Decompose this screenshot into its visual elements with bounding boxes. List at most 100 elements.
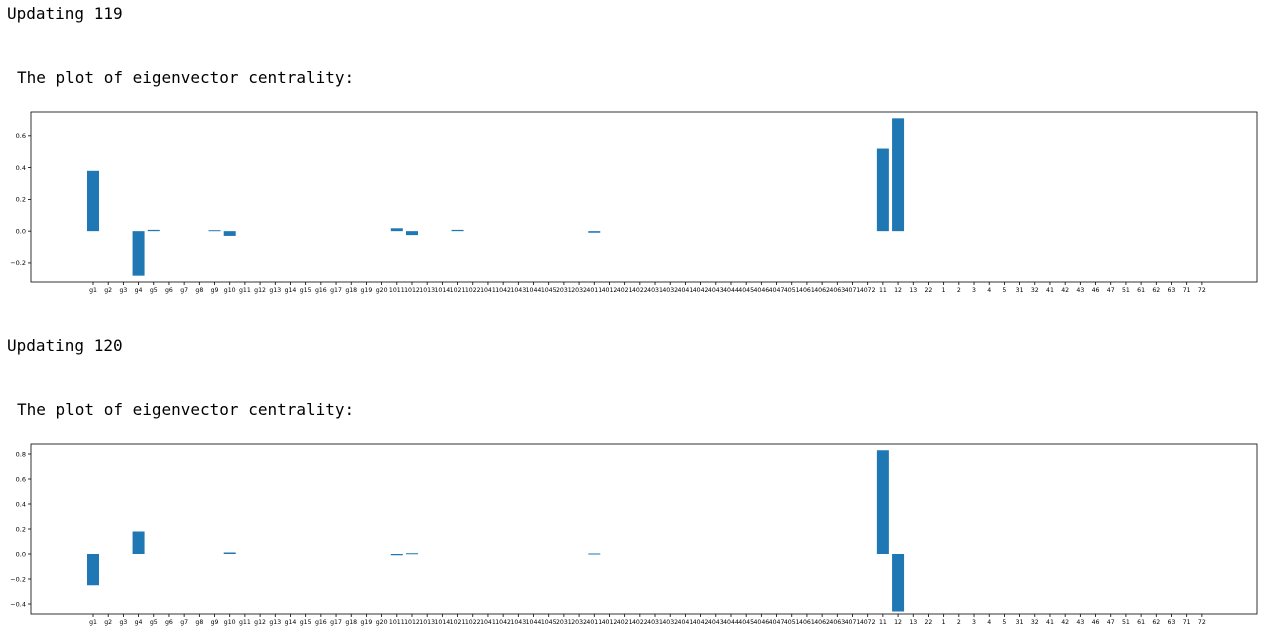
x-tick-label: g4 [135, 287, 143, 294]
x-tick-label: 41 [1046, 287, 1054, 294]
x-tick-label: 1022 [465, 619, 481, 626]
x-tick-label: g9 [211, 287, 219, 294]
x-tick-label: 62 [1152, 619, 1160, 626]
x-tick-label: g12 [254, 287, 266, 294]
bar-1012 [405, 553, 418, 555]
x-tick-label: 2032 [571, 619, 587, 626]
x-tick-label: 4041 [678, 619, 694, 626]
x-tick-label: g17 [330, 287, 342, 294]
bar-1011 [390, 228, 403, 232]
bar-11 [876, 148, 889, 232]
x-tick-label: 51 [1122, 287, 1130, 294]
x-tick-label: 4072 [860, 287, 876, 294]
x-tick-label: g3 [119, 619, 127, 626]
x-tick-label: 3 [972, 619, 976, 626]
y-tick-label: 0.0 [16, 227, 26, 235]
x-tick-label: 1045 [541, 619, 557, 626]
x-tick-label: 4043 [708, 619, 724, 626]
y-tick-label: −0.4 [10, 600, 26, 608]
x-tick-label: 4032 [662, 619, 678, 626]
x-tick-label: g12 [254, 619, 266, 626]
eigenvector-centrality-chart-1: −0.2 0.0 0.2 0.4 0.6 g1 g2 g3 g4 g5 g6 g7 g8 g9 g10 g11… [10, 111, 1258, 294]
x-tick-label: g3 [119, 287, 127, 294]
x-tick-label: 1 [942, 287, 946, 294]
x-tick-label: g8 [195, 287, 203, 294]
plot-caption-2: The plot of eigenvector centrality: [17, 400, 355, 419]
bar-4011 [588, 553, 601, 555]
x-tick-label: g20 [376, 619, 388, 626]
x-tick-label: g5 [150, 619, 158, 626]
bar-g1 [87, 554, 99, 586]
x-tick-label: g2 [104, 287, 112, 294]
x-tick-label: g11 [239, 619, 251, 626]
x-tick-label: 1041 [480, 619, 496, 626]
x-tick-label: g6 [165, 619, 173, 626]
bar-1011 [390, 554, 403, 556]
x-tick-label: 2031 [556, 619, 572, 626]
x-tick-label: 4045 [738, 287, 754, 294]
y-tick-label: 0.2 [16, 525, 26, 533]
x-tick-label: g5 [150, 287, 158, 294]
x-tick-label: 4 [987, 287, 991, 294]
x-tick-label: 22 [925, 619, 933, 626]
x-tick-label: 4063 [829, 287, 845, 294]
x-tick-label: g7 [180, 287, 188, 294]
x-tick-label: 4045 [738, 619, 754, 626]
x-tick-label: 5 [1002, 287, 1006, 294]
bar-g4 [132, 231, 145, 276]
x-tick-label: 47 [1107, 287, 1115, 294]
x-tick-label: 4071 [845, 619, 861, 626]
x-tick-label: 1014 [434, 287, 450, 294]
x-tick-label: 4061 [799, 287, 815, 294]
x-tick-label: g10 [224, 619, 236, 626]
x-tick-label: 4062 [814, 619, 830, 626]
x-tick-label: 1014 [434, 619, 450, 626]
x-tick-label: 71 [1183, 287, 1191, 294]
bar-g5 [147, 229, 160, 232]
x-tick-label: 4032 [662, 287, 678, 294]
x-tick-label: g16 [315, 287, 327, 294]
x-tick-label: 61 [1137, 619, 1145, 626]
x-tick-label: 1 [942, 619, 946, 626]
update-heading-120: Updating 120 [7, 336, 123, 355]
x-tick-label: 62 [1152, 287, 1160, 294]
x-tick-label: g15 [300, 287, 312, 294]
x-tick-label: 2032 [571, 287, 587, 294]
x-tick-label: 32 [1031, 619, 1039, 626]
x-tick-label: 4042 [693, 619, 709, 626]
x-tick-label: 1044 [526, 619, 542, 626]
x-tick-label: 4062 [814, 287, 830, 294]
bar-11 [876, 450, 889, 554]
x-tick-label: g19 [361, 287, 373, 294]
x-tick-label: 71 [1183, 619, 1191, 626]
x-tick-label: 46 [1092, 619, 1100, 626]
x-tick-label: g6 [165, 287, 173, 294]
x-tick-label: g18 [345, 287, 357, 294]
x-tick-label: 4046 [753, 619, 769, 626]
x-tick-label: 1021 [450, 619, 466, 626]
x-tick-label: 1045 [541, 287, 557, 294]
bar-1021 [451, 229, 464, 232]
x-tick-label: 4021 [617, 287, 633, 294]
x-tick-label: 31 [1016, 287, 1024, 294]
y-tick-label: 0.8 [16, 450, 26, 458]
x-tick-label: 1011 [389, 619, 405, 626]
x-tick-label: 13 [909, 619, 917, 626]
x-tick-label: 4022 [632, 287, 648, 294]
x-tick-label: 4042 [693, 287, 709, 294]
x-tick-label: 31 [1016, 619, 1024, 626]
x-tick-label: 1012 [404, 287, 420, 294]
x-tick-label: 4011 [586, 287, 602, 294]
y-tick-label: 0.2 [16, 196, 26, 204]
x-tick-label: g14 [285, 619, 297, 626]
x-tick-label: 22 [925, 287, 933, 294]
x-tick-label: 43 [1076, 287, 1084, 294]
x-tick-label: 4031 [647, 619, 663, 626]
x-tick-label: 4071 [845, 287, 861, 294]
x-tick-label: 13 [909, 287, 917, 294]
x-tick-label: 4047 [769, 287, 785, 294]
x-tick-label: 42 [1061, 619, 1069, 626]
y-tick-label: 0.4 [16, 164, 26, 172]
y-tick-label: 0.4 [16, 500, 26, 508]
bar-g10 [223, 231, 236, 236]
